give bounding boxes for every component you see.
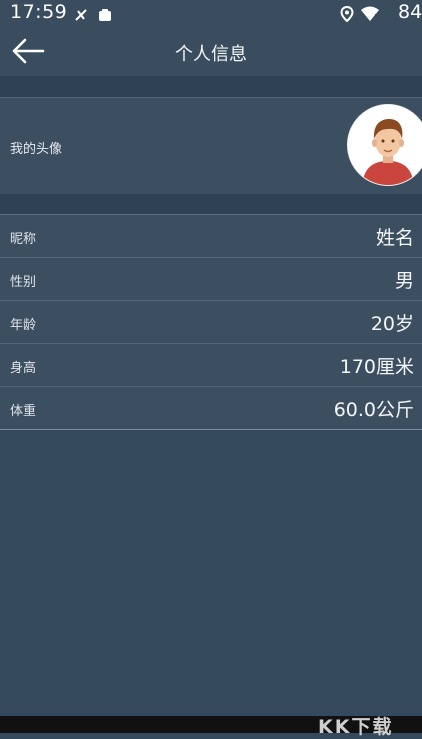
field-value: 男 [394,270,414,292]
avatar-row[interactable]: 我的头像 [0,97,422,195]
app-bar: 个人信息 [0,26,422,76]
field-row-weight[interactable]: 体重 60.0公斤 [0,387,422,429]
page-title: 个人信息 [175,44,247,65]
field-value: 170厘米 [339,356,414,378]
field-row-age[interactable]: 年龄 20岁 [0,301,422,344]
field-label: 昵称 [10,232,37,247]
avatar[interactable] [347,104,422,186]
avatar-label: 我的头像 [10,142,63,157]
status-time: 17:59 [10,1,68,23]
field-row-height[interactable]: 身高 170厘米 [0,344,422,387]
info-list: 昵称 姓名 性别 男 年龄 20岁 身高 170厘米 体重 60.0公斤 [0,214,422,430]
battery-level: 84 [398,1,422,23]
field-value: 60.0公斤 [333,399,414,421]
section-divider [0,194,422,214]
field-label: 体重 [10,404,37,419]
wifi-icon [360,5,380,27]
user-avatar-icon [348,105,422,185]
field-label: 性别 [10,275,37,290]
watermark: KK下载 [318,716,394,738]
mute-icon [74,5,88,27]
field-row-gender[interactable]: 性别 男 [0,258,422,301]
notification-icon [98,5,112,27]
location-icon [340,5,354,27]
field-row-nickname[interactable]: 昵称 姓名 [0,215,422,258]
status-bar: 17:59 84 [0,0,422,26]
field-label: 身高 [10,361,37,376]
section-divider [0,76,422,97]
field-label: 年龄 [10,318,37,333]
field-value: 姓名 [375,227,414,249]
field-value: 20岁 [370,313,414,335]
